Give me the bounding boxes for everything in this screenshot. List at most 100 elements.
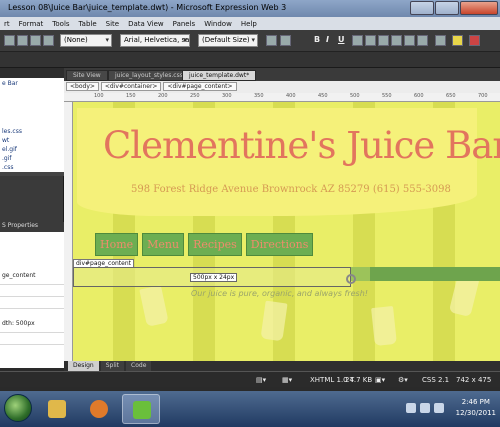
nav-home[interactable]: Home bbox=[95, 233, 139, 256]
juice-cup-graphic bbox=[371, 305, 397, 347]
file-item[interactable]: wt bbox=[2, 137, 9, 144]
file-item[interactable]: el.gif bbox=[2, 146, 17, 153]
menu-help[interactable]: Help bbox=[241, 20, 257, 28]
undo-icon[interactable] bbox=[266, 35, 277, 46]
crumb-body[interactable]: <body> bbox=[66, 82, 99, 91]
property-value[interactable]: dth: 500px bbox=[2, 320, 35, 327]
ruler-tick: 550 bbox=[382, 93, 392, 99]
redo-icon[interactable] bbox=[280, 35, 291, 46]
taskbar-expression-web[interactable] bbox=[122, 394, 160, 424]
align-right-icon[interactable] bbox=[378, 35, 389, 46]
tab-code[interactable]: Code bbox=[126, 361, 152, 371]
file-item[interactable]: les.css bbox=[2, 128, 22, 135]
folder-item[interactable]: e Bar bbox=[2, 80, 18, 87]
settings-icon[interactable]: ⚙▾ bbox=[398, 376, 408, 384]
network-icon[interactable] bbox=[420, 403, 430, 413]
footer-bar bbox=[370, 267, 500, 281]
crumb-page-content[interactable]: <div#page_content> bbox=[163, 82, 237, 91]
italic-button[interactable]: I bbox=[326, 35, 329, 44]
visual-aids-icon[interactable]: ▤▾ bbox=[256, 376, 266, 384]
flag-icon[interactable] bbox=[406, 403, 416, 413]
menu-data-view[interactable]: Data View bbox=[128, 20, 164, 28]
tab-site-view[interactable]: Site View bbox=[66, 70, 108, 81]
document-tabs: Site View juice_layout_styles.css* juice… bbox=[64, 68, 500, 81]
address-line[interactable]: 598 Forest Ridge Avenue Brownrock AZ 852… bbox=[131, 184, 451, 195]
page-dimensions-label[interactable]: 742 x 475 bbox=[456, 376, 491, 384]
menu-bar: rt Format Tools Table Site Data View Pan… bbox=[0, 17, 500, 30]
horizontal-ruler: 100 150 200 250 300 350 400 450 500 550 … bbox=[64, 93, 500, 102]
menu-site[interactable]: Site bbox=[106, 20, 119, 28]
resize-handle[interactable] bbox=[346, 274, 356, 284]
system-tray bbox=[406, 403, 444, 413]
clock[interactable]: 2:46 PM 12/30/2011 bbox=[456, 397, 496, 419]
nav-recipes[interactable]: Recipes bbox=[188, 233, 242, 256]
panel-title: S Properties bbox=[0, 222, 64, 232]
ruler-tick: 600 bbox=[414, 93, 424, 99]
file-item[interactable]: .css bbox=[2, 164, 13, 171]
minimize-button[interactable] bbox=[410, 1, 434, 15]
start-button[interactable] bbox=[4, 394, 32, 422]
design-canvas[interactable]: Clementine's Juice Bar 598 Forest Ridge … bbox=[73, 102, 500, 361]
menu-window[interactable]: Window bbox=[204, 20, 232, 28]
font-color-icon[interactable] bbox=[469, 35, 480, 46]
justify-icon[interactable] bbox=[391, 35, 402, 46]
size-tag: 500px x 24px bbox=[190, 273, 238, 282]
align-left-icon[interactable] bbox=[352, 35, 363, 46]
formatting-toolbar: (None) Arial, Helvetica, sans-seri (Defa… bbox=[0, 30, 500, 52]
close-button[interactable] bbox=[460, 1, 498, 15]
site-title[interactable]: Clementine's Juice Bar bbox=[103, 124, 500, 167]
taskbar-explorer[interactable] bbox=[38, 394, 76, 424]
underline-button[interactable]: U bbox=[338, 35, 345, 44]
tab-split[interactable]: Split bbox=[100, 361, 125, 371]
font-select[interactable]: Arial, Helvetica, sans-seri bbox=[120, 34, 190, 47]
tag-selector: <body> <div#container> <div#page_content… bbox=[64, 81, 500, 93]
nav-directions[interactable]: Directions bbox=[245, 233, 314, 256]
menu-tools[interactable]: Tools bbox=[52, 20, 69, 28]
numbered-list-icon[interactable] bbox=[404, 35, 415, 46]
ruler-tick: 400 bbox=[286, 93, 296, 99]
tab-design[interactable]: Design bbox=[68, 361, 99, 371]
align-center-icon[interactable] bbox=[365, 35, 376, 46]
ruler-tick: 250 bbox=[190, 93, 200, 99]
divider bbox=[0, 332, 64, 333]
expression-web-icon bbox=[133, 401, 151, 419]
taskbar: 2:46 PM 12/30/2011 bbox=[0, 391, 500, 427]
nav-menu[interactable]: Menu bbox=[142, 233, 185, 256]
style-select[interactable]: (None) bbox=[60, 34, 112, 47]
panel-tabs bbox=[0, 68, 64, 78]
menu-panels[interactable]: Panels bbox=[173, 20, 196, 28]
title-bar: Lesson 08\Juice Bar\juice_template.dwt) … bbox=[0, 0, 500, 17]
file-item[interactable]: .gif bbox=[2, 155, 12, 162]
preview-icon[interactable]: ▣▾ bbox=[375, 376, 385, 384]
view-tabs: Design Split Code bbox=[64, 361, 500, 371]
print-icon[interactable] bbox=[43, 35, 54, 46]
volume-icon[interactable] bbox=[434, 403, 444, 413]
css-properties-panel: S Properties ge_content dth: 500px bbox=[0, 222, 64, 368]
bullet-list-icon[interactable] bbox=[417, 35, 428, 46]
tab-css-file[interactable]: juice_layout_styles.css* bbox=[108, 70, 193, 81]
font-size-select[interactable]: (Default Size) bbox=[198, 34, 258, 47]
style-app-icon[interactable]: ▦▾ bbox=[282, 376, 292, 384]
save-icon[interactable] bbox=[30, 35, 41, 46]
property-selector[interactable]: ge_content bbox=[2, 272, 35, 279]
menu-table[interactable]: Table bbox=[79, 20, 97, 28]
menu-format[interactable]: Format bbox=[19, 20, 44, 28]
left-panel: e Bar les.css wt el.gif .gif .css S Prop… bbox=[0, 68, 64, 368]
open-file-icon[interactable] bbox=[17, 35, 28, 46]
ruler-tick: 100 bbox=[94, 93, 104, 99]
window-controls bbox=[410, 1, 498, 15]
menu-insert[interactable]: rt bbox=[4, 20, 10, 28]
bold-button[interactable]: B bbox=[314, 35, 320, 44]
crumb-container[interactable]: <div#container> bbox=[100, 82, 162, 91]
highlight-icon[interactable] bbox=[452, 35, 463, 46]
new-file-icon[interactable] bbox=[4, 35, 15, 46]
folder-list-panel: e Bar les.css wt el.gif .gif .css bbox=[0, 68, 64, 176]
tagline[interactable]: Our juice is pure, organic, and always f… bbox=[191, 289, 368, 298]
maximize-button[interactable] bbox=[435, 1, 459, 15]
taskbar-media-player[interactable] bbox=[80, 394, 118, 424]
borders-icon[interactable] bbox=[435, 35, 446, 46]
tab-template[interactable]: juice_template.dwt* bbox=[182, 70, 257, 81]
css-schema-label[interactable]: CSS 2.1 bbox=[422, 376, 449, 384]
ruler-tick: 650 bbox=[446, 93, 456, 99]
ruler-tick: 350 bbox=[254, 93, 264, 99]
